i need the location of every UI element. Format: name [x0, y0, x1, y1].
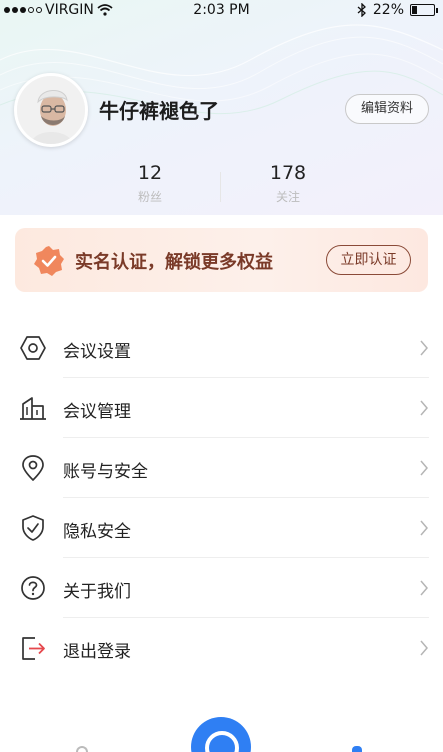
battery-fill	[412, 6, 417, 14]
menu-label: 隐私安全	[63, 522, 131, 542]
shield-check-icon	[22, 515, 44, 541]
home-tab-icon[interactable]	[76, 746, 88, 752]
chevron-right-icon	[420, 520, 428, 536]
chevron-right-icon	[420, 580, 428, 596]
bluetooth-icon	[357, 3, 366, 17]
verify-banner-text: 实名认证，解锁更多权益	[75, 252, 273, 273]
logout-icon	[22, 637, 45, 660]
building-icon	[20, 397, 46, 420]
menu-item-logout[interactable]: 退出登录	[0, 618, 443, 678]
bottom-tab-bar	[0, 700, 443, 752]
chevron-right-icon	[420, 340, 428, 356]
hexagon-settings-icon	[20, 336, 46, 360]
camera-tab-button[interactable]	[191, 717, 251, 752]
question-circle-icon	[21, 576, 45, 600]
status-bar: VIRGIN 2:03 PM 22%	[0, 0, 443, 22]
battery-percent: 22%	[372, 2, 404, 18]
verify-now-button[interactable]: 立即认证	[326, 245, 411, 275]
fans-count: 12	[137, 162, 163, 184]
menu-item-privacy[interactable]: 隐私安全	[0, 498, 443, 558]
stats-divider	[220, 172, 221, 202]
verified-badge-icon	[34, 246, 64, 276]
username: 牛仔裤褪色了	[99, 99, 219, 123]
menu-label: 关于我们	[63, 582, 131, 602]
location-pin-icon	[22, 455, 44, 481]
verify-banner[interactable]: 实名认证，解锁更多权益 立即认证	[15, 228, 428, 292]
menu-label: 会议管理	[63, 402, 131, 422]
chevron-right-icon	[420, 400, 428, 416]
following-label: 关注	[275, 190, 300, 204]
menu-item-meeting-management[interactable]: 会议管理	[0, 378, 443, 438]
settings-menu: 会议设置 会议管理 账号与安全 隐私安全 关于我们 退出登录	[0, 318, 443, 678]
menu-label: 账号与安全	[63, 462, 148, 482]
stat-fans[interactable]: 12 粉丝	[90, 162, 210, 205]
fans-label: 粉丝	[137, 190, 162, 204]
battery-icon	[410, 4, 438, 16]
avatar[interactable]	[14, 73, 88, 147]
profile-tab-icon[interactable]	[352, 746, 362, 752]
menu-label: 退出登录	[63, 642, 131, 662]
menu-item-about[interactable]: 关于我们	[0, 558, 443, 618]
edit-profile-button[interactable]: 编辑资料	[345, 94, 429, 124]
menu-item-account-security[interactable]: 账号与安全	[0, 438, 443, 498]
chevron-right-icon	[420, 460, 428, 476]
chevron-right-icon	[420, 640, 428, 656]
menu-item-meeting-settings[interactable]: 会议设置	[0, 318, 443, 378]
avatar-photo	[17, 76, 85, 144]
status-right: 22%	[357, 2, 438, 18]
stat-following[interactable]: 178 关注	[228, 162, 348, 205]
menu-label: 会议设置	[63, 342, 131, 362]
following-count: 178	[269, 162, 307, 184]
